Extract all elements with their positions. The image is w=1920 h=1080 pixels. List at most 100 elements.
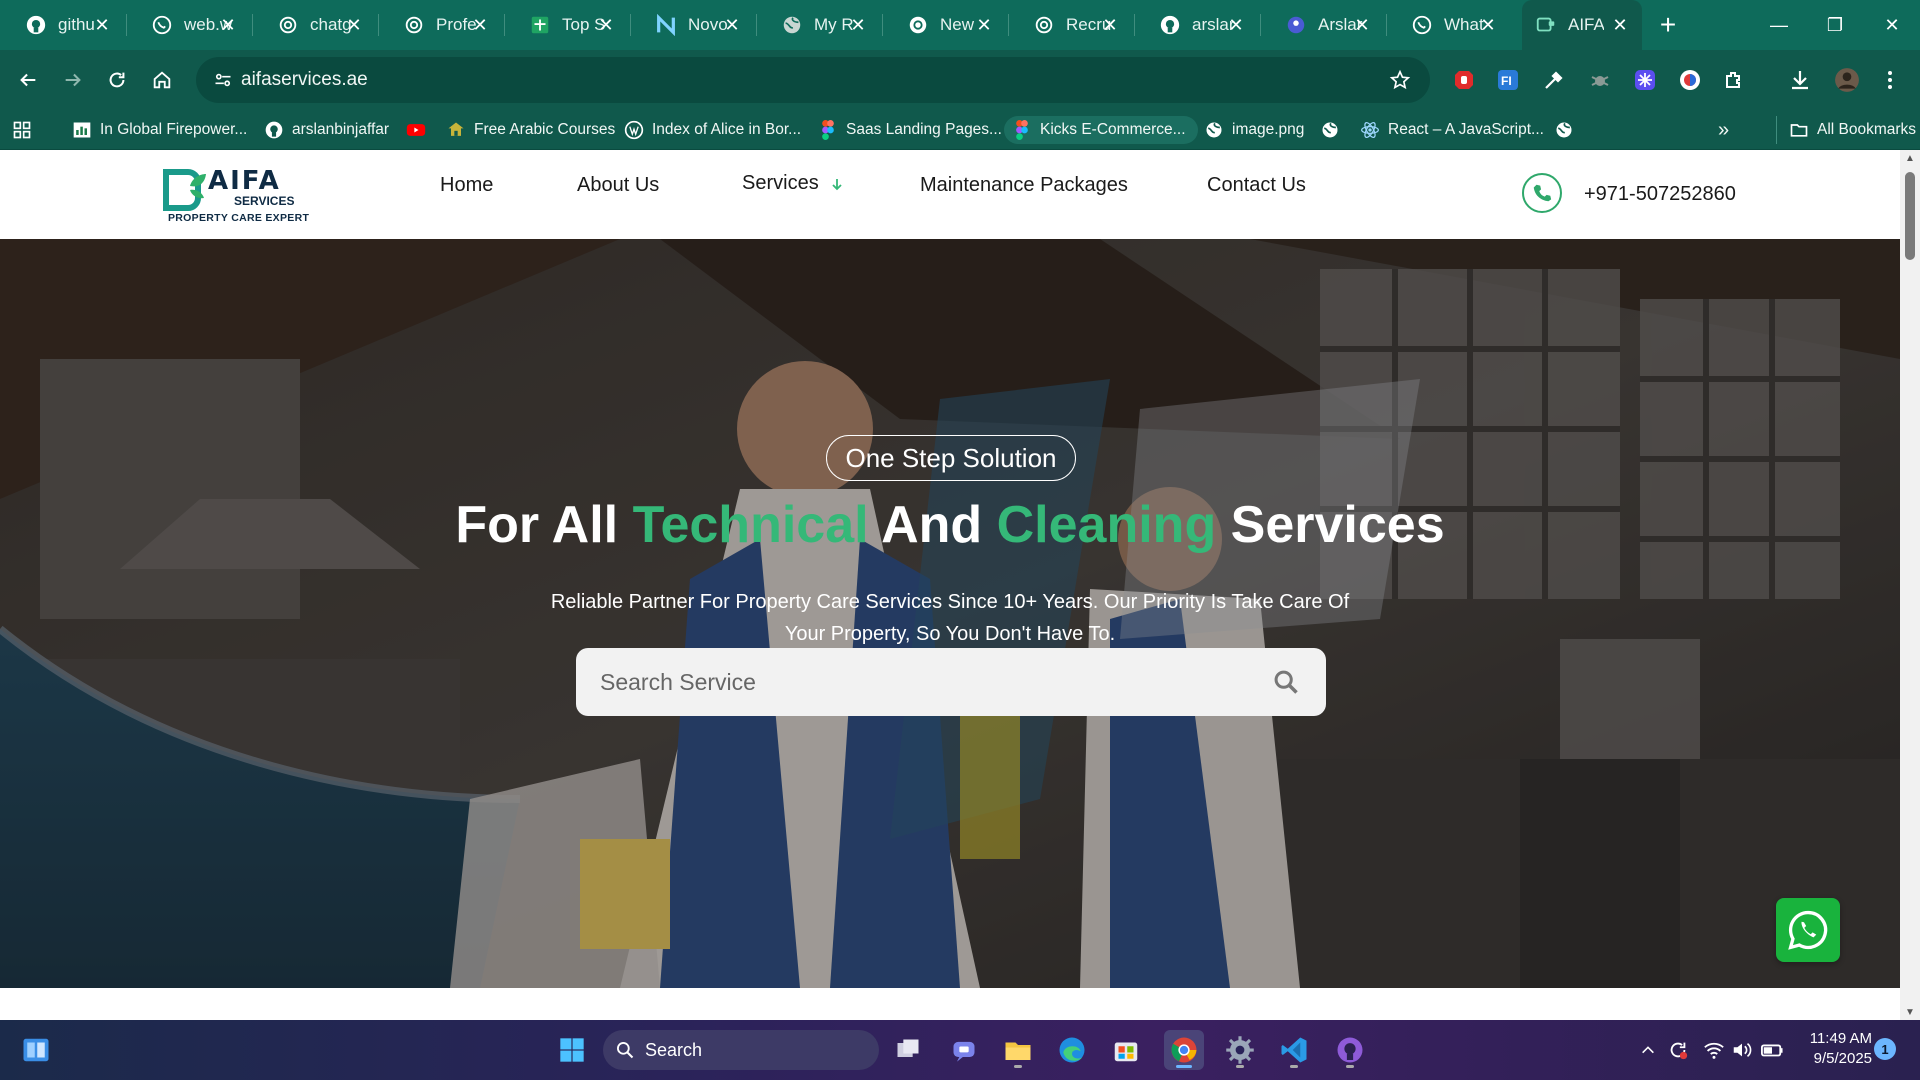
- chrome-icon[interactable]: [1164, 1030, 1204, 1070]
- file-explorer-icon[interactable]: [998, 1030, 1038, 1070]
- logo-tagline: PROPERTY CARE EXPERT: [168, 212, 310, 224]
- battery-icon[interactable]: [1758, 1036, 1786, 1064]
- close-icon[interactable]: ✕: [344, 15, 364, 35]
- tab[interactable]: New ✕: [882, 0, 1008, 50]
- close-icon[interactable]: ✕: [1100, 15, 1120, 35]
- bookmark-item[interactable]: [406, 116, 434, 144]
- close-icon[interactable]: ✕: [218, 15, 238, 35]
- forward-button[interactable]: [53, 60, 93, 100]
- address-bar[interactable]: aifaservices.ae: [196, 57, 1430, 103]
- profile-avatar[interactable]: [1831, 64, 1863, 96]
- scroll-down-arrow-icon[interactable]: ▼: [1900, 1004, 1920, 1020]
- taskbar-search-box[interactable]: Search: [603, 1030, 879, 1070]
- tab[interactable]: Recru ✕: [1008, 0, 1134, 50]
- microsoft-store-icon[interactable]: [1106, 1030, 1146, 1070]
- close-icon[interactable]: ✕: [596, 15, 616, 35]
- close-icon[interactable]: ✕: [470, 15, 490, 35]
- all-bookmarks-button[interactable]: All Bookmarks: [1776, 116, 1916, 144]
- taskbar-clock[interactable]: 11:49 AM 9/5/2025: [1800, 1029, 1872, 1069]
- bookmark-item[interactable]: In Global Firepower...: [72, 116, 247, 144]
- fi-extension-icon[interactable]: FI: [1492, 64, 1524, 96]
- minimize-button[interactable]: —: [1751, 0, 1807, 50]
- nav-home[interactable]: Home: [440, 174, 493, 197]
- bookmark-item[interactable]: Saas Landing Pages...: [818, 116, 1002, 144]
- home-button[interactable]: [142, 60, 182, 100]
- close-window-button[interactable]: ✕: [1864, 0, 1920, 50]
- widgets-icon[interactable]: [16, 1030, 56, 1070]
- whatsapp-chat-button[interactable]: [1776, 898, 1840, 962]
- extensions-puzzle-icon[interactable]: [1718, 64, 1750, 96]
- color-extension-icon[interactable]: [1674, 64, 1706, 96]
- tab[interactable]: Top S ✕: [504, 0, 630, 50]
- close-icon[interactable]: ✕: [848, 15, 868, 35]
- close-icon[interactable]: ✕: [1352, 15, 1372, 35]
- bookmark-star-icon[interactable]: [1384, 64, 1416, 96]
- edge-browser-icon[interactable]: [1052, 1030, 1092, 1070]
- tab[interactable]: githu ✕: [0, 0, 126, 50]
- tab[interactable]: arslar ✕: [1134, 0, 1260, 50]
- close-icon[interactable]: ✕: [1226, 15, 1246, 35]
- reload-button[interactable]: [97, 60, 137, 100]
- close-icon[interactable]: ✕: [974, 15, 994, 35]
- more-bookmarks-chevron-icon[interactable]: »: [1718, 116, 1729, 144]
- download-icon[interactable]: [1784, 64, 1816, 96]
- tab[interactable]: My R ✕: [756, 0, 882, 50]
- task-view-icon[interactable]: [888, 1030, 928, 1070]
- close-icon[interactable]: ✕: [722, 15, 742, 35]
- apps-grid-icon[interactable]: [12, 116, 32, 144]
- close-icon[interactable]: ✕: [92, 15, 112, 35]
- search-service-input[interactable]: [598, 662, 1238, 702]
- bookmark-item[interactable]: Free Arabic Courses: [446, 116, 615, 144]
- nav-about-us[interactable]: About Us: [577, 174, 659, 197]
- tab[interactable]: Profe ✕: [378, 0, 504, 50]
- bookmark-label: Free Arabic Courses: [474, 121, 616, 138]
- menu-kebab-icon[interactable]: [1874, 64, 1906, 96]
- nav-services[interactable]: Services: [742, 172, 843, 195]
- scrollbar-thumb[interactable]: [1905, 172, 1915, 260]
- bookmark-item[interactable]: [1554, 116, 1582, 144]
- tab[interactable]: Novo ✕: [630, 0, 756, 50]
- eyedropper-extension-icon[interactable]: [1538, 64, 1570, 96]
- bookmark-item[interactable]: Kicks E-Commerce...: [1004, 116, 1198, 144]
- star-extension-icon[interactable]: [1629, 64, 1661, 96]
- back-button[interactable]: [8, 60, 48, 100]
- close-icon[interactable]: ✕: [1610, 15, 1630, 35]
- notification-badge[interactable]: 1: [1874, 1038, 1896, 1060]
- site-logo[interactable]: AIFA SERVICES PROPERTY CARE EXPERT: [162, 164, 309, 226]
- bookmark-label: arslanbinjaffar: [292, 121, 390, 138]
- bookmark-item[interactable]: React – A JavaScript...: [1360, 116, 1544, 144]
- bug-extension-icon[interactable]: [1584, 64, 1616, 96]
- search-icon[interactable]: [1268, 664, 1304, 700]
- tray-chevron-up-icon[interactable]: [1634, 1036, 1662, 1064]
- new-tab-button[interactable]: +: [1648, 5, 1688, 45]
- vscode-icon[interactable]: [1274, 1030, 1314, 1070]
- tab[interactable]: What ✕: [1386, 0, 1512, 50]
- teams-chat-icon[interactable]: [944, 1030, 984, 1070]
- whatsapp-icon: [1788, 910, 1828, 950]
- adblock-extension-icon[interactable]: [1448, 64, 1480, 96]
- volume-icon[interactable]: [1728, 1036, 1756, 1064]
- github-desktop-icon[interactable]: [1330, 1030, 1370, 1070]
- bookmark-item[interactable]: Index of Alice in Bor...: [624, 116, 801, 144]
- start-windows-icon[interactable]: [552, 1030, 592, 1070]
- tab[interactable]: web.w ✕: [126, 0, 252, 50]
- tab[interactable]: Arslar ✕: [1260, 0, 1386, 50]
- wifi-icon[interactable]: [1700, 1036, 1728, 1064]
- restore-button[interactable]: ❐: [1807, 0, 1863, 50]
- phone-number[interactable]: +971-507252860: [1584, 183, 1736, 206]
- page-scrollbar[interactable]: ▲ ▼: [1900, 150, 1920, 1020]
- tab[interactable]: chatg ✕: [252, 0, 378, 50]
- tab-active[interactable]: AIFA ✕: [1522, 0, 1642, 50]
- settings-gear-icon[interactable]: [1220, 1030, 1260, 1070]
- bookmark-item[interactable]: arslanbinjaffar: [264, 116, 389, 144]
- phone-icon[interactable]: [1522, 173, 1562, 213]
- sync-icon[interactable]: [1664, 1036, 1692, 1064]
- site-info-icon[interactable]: [206, 63, 240, 97]
- bookmark-item[interactable]: [1320, 116, 1348, 144]
- scroll-up-arrow-icon[interactable]: ▲: [1900, 150, 1920, 166]
- close-icon[interactable]: ✕: [1478, 15, 1498, 35]
- nav-maintenance-packages[interactable]: Maintenance Packages: [920, 174, 1128, 197]
- bookmark-item[interactable]: image.png: [1204, 116, 1304, 144]
- nav-contact-us[interactable]: Contact Us: [1207, 174, 1306, 197]
- github-icon: [264, 120, 284, 140]
